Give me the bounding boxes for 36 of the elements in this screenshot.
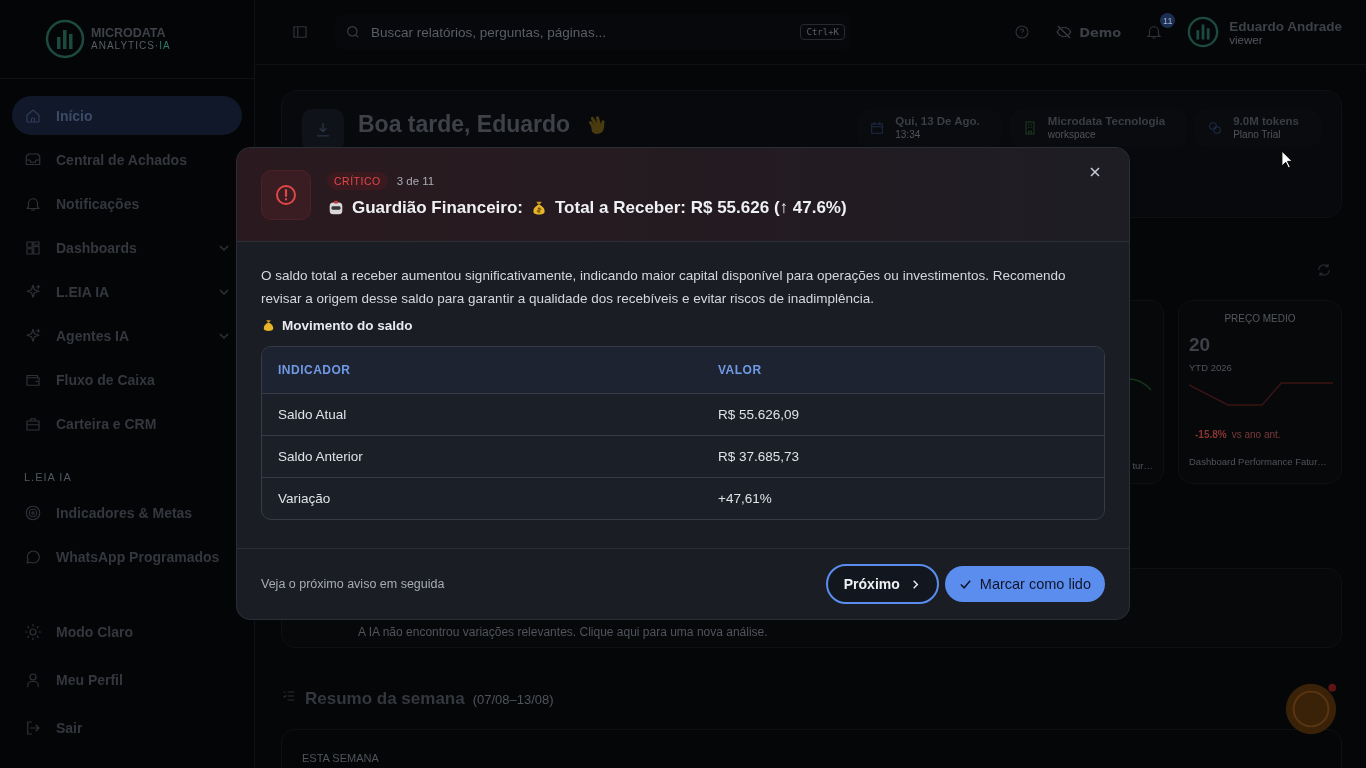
user-name: Eduardo Andrade xyxy=(1229,18,1342,34)
greeting: Boa tarde, Eduardo xyxy=(358,111,571,138)
notification-count: 11 xyxy=(1160,13,1176,28)
card-label: ESTA SEMANA xyxy=(302,752,379,764)
card-value: 20 xyxy=(1189,334,1212,356)
insight-text: A IA não encontrou variações relevantes. Clique aqui para uma nova análise. xyxy=(358,625,768,639)
table-cell-text: Variação xyxy=(277,491,332,506)
severity-badge: CRÍTICO xyxy=(327,171,388,190)
table-cell-text: R$ 37.685,73 xyxy=(717,449,801,464)
chip-subtitle: Plano Trial xyxy=(1233,128,1282,141)
card-source: Dashboard Performance Fatur… xyxy=(1189,456,1328,467)
alert-message: O saldo total a receber aumentou significativamente, indicando maior capital disponível para operações ou investimentos. Recomendo revisar a origem desse saldo para garantir a qualidade dos recebíveis e evitar riscos de inadimplência. xyxy=(261,267,1067,308)
card-title: PREÇO MEDIO xyxy=(1223,313,1297,324)
change-value: -15.8% xyxy=(1195,429,1227,440)
table-cell-text: Saldo Anterior xyxy=(277,449,364,464)
date-range: (07/08–13/08) xyxy=(472,692,554,707)
user-role: viewer xyxy=(1229,33,1264,46)
logo-name: MICRODATA xyxy=(91,26,167,41)
alert-counter: 3 de 11 xyxy=(396,174,435,187)
column-header: INDICADOR xyxy=(277,363,352,377)
card-source: tur… xyxy=(1132,460,1153,471)
shortcut-key: Ctrl+K xyxy=(800,24,845,40)
change-note: vs ano ant. xyxy=(1231,429,1281,440)
table-cell-text: R$ 55.626,09 xyxy=(717,407,801,422)
section-label: L.EIA IA xyxy=(23,470,73,485)
table-cell-text: +47,61% xyxy=(717,491,773,506)
chip-subtitle: 13:34 xyxy=(895,128,922,141)
alert-title: Total a Receber: R$ 55.626 (↑ 47.6%) xyxy=(555,197,847,218)
chip-subtitle: workspace xyxy=(1047,128,1097,141)
agent-name: Guardião Financeiro: xyxy=(352,197,523,218)
table-cell-text: Saldo Atual xyxy=(277,407,348,422)
footer-note: Veja o próximo aviso em seguida xyxy=(261,577,445,591)
column-header: VALOR xyxy=(717,363,763,377)
logo-tagline: ANALYTICS·IA xyxy=(91,40,171,52)
section-heading: Movimento do saldo xyxy=(282,318,413,333)
card-period: YTD 2026 xyxy=(1189,362,1233,373)
